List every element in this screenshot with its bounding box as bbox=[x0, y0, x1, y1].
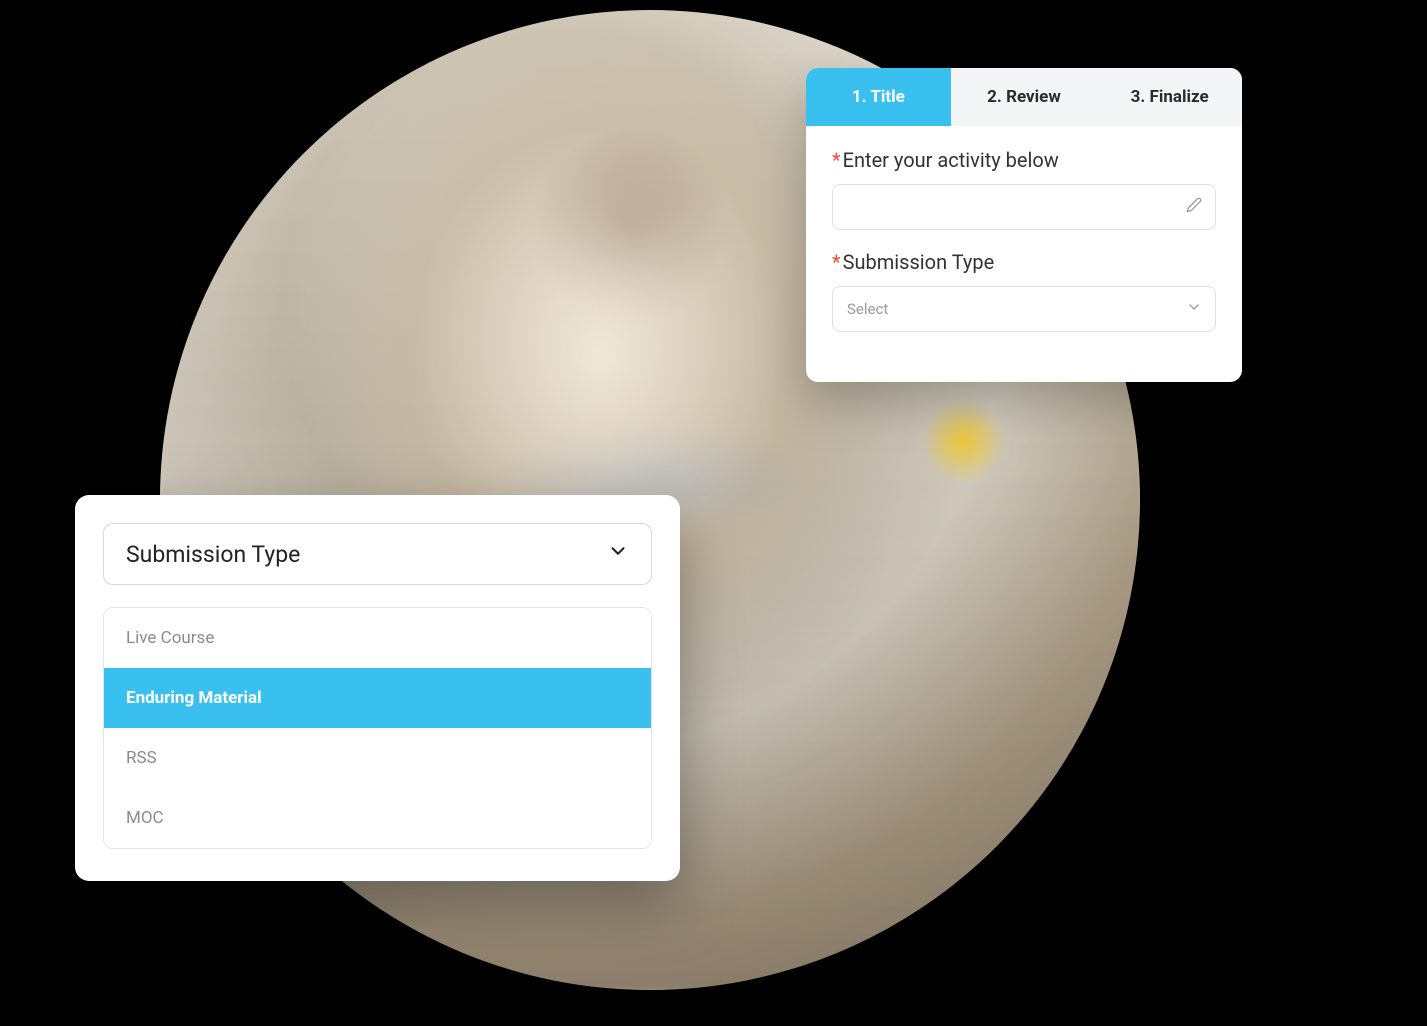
submission-type-select[interactable]: Select bbox=[832, 286, 1216, 332]
activity-input[interactable] bbox=[832, 184, 1216, 230]
form-body: *Enter your activity below *Submission T… bbox=[806, 126, 1242, 382]
option-moc[interactable]: MOC bbox=[104, 788, 651, 848]
required-asterisk: * bbox=[832, 148, 841, 172]
tab-finalize[interactable]: 3. Finalize bbox=[1096, 68, 1242, 126]
required-asterisk: * bbox=[832, 250, 841, 274]
activity-input-wrap bbox=[832, 184, 1216, 230]
tab-title[interactable]: 1. Title bbox=[806, 68, 951, 126]
chevron-down-icon bbox=[607, 540, 629, 568]
submission-type-options-list: Live Course Enduring Material RSS MOC bbox=[103, 607, 652, 849]
submission-type-label-text: Submission Type bbox=[843, 250, 995, 274]
submission-type-placeholder: Select bbox=[847, 300, 888, 318]
submission-type-select-wrap: Select bbox=[832, 286, 1216, 332]
submission-type-label: *Submission Type bbox=[832, 250, 1216, 274]
submission-type-dropdown-trigger[interactable]: Submission Type bbox=[103, 523, 652, 585]
tab-review[interactable]: 2. Review bbox=[951, 68, 1097, 126]
activity-label-text: Enter your activity below bbox=[843, 148, 1059, 172]
form-tabs: 1. Title 2. Review 3. Finalize bbox=[806, 68, 1242, 126]
activity-label: *Enter your activity below bbox=[832, 148, 1216, 172]
dropdown-trigger-label: Submission Type bbox=[126, 541, 300, 568]
submission-type-dropdown-card: Submission Type Live Course Enduring Mat… bbox=[75, 495, 680, 881]
activity-field: *Enter your activity below bbox=[832, 148, 1216, 230]
submission-type-field: *Submission Type Select bbox=[832, 250, 1216, 332]
activity-form-card: 1. Title 2. Review 3. Finalize *Enter yo… bbox=[806, 68, 1242, 382]
option-live-course[interactable]: Live Course bbox=[104, 608, 651, 668]
option-rss[interactable]: RSS bbox=[104, 728, 651, 788]
option-enduring-material[interactable]: Enduring Material bbox=[104, 668, 651, 728]
